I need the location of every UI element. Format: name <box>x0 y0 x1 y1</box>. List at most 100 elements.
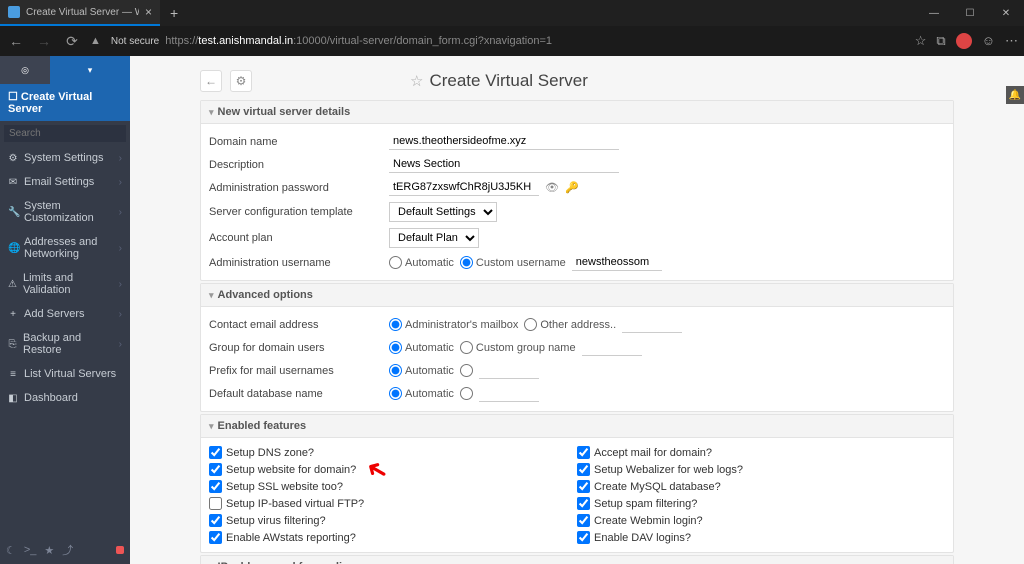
feature-checkbox[interactable]: Setup IP-based virtual FTP? <box>209 495 577 512</box>
description-input[interactable] <box>389 156 619 173</box>
sidebar-item-label: Backup and Restore <box>23 332 113 356</box>
generate-password-icon[interactable]: 🔑 <box>565 181 579 194</box>
account-plan-select[interactable]: Default Plan <box>389 228 479 248</box>
feature-checkbox[interactable]: Create MySQL database? <box>577 478 945 495</box>
prefix-custom-input[interactable] <box>479 362 539 379</box>
page-title: ☆ Create Virtual Server <box>410 71 588 91</box>
window-maximize-button[interactable]: ☐ <box>952 0 988 26</box>
browser-tab[interactable]: Create Virtual Server — Webmi... × <box>0 0 160 26</box>
sidebar-item-0[interactable]: ⚙System Settings› <box>0 146 130 170</box>
share-icon[interactable]: ⤴ <box>62 542 73 558</box>
sidebar-item-label: Limits and Validation <box>23 272 113 296</box>
sidebar-search-input[interactable] <box>4 125 126 142</box>
page-settings-button[interactable]: ⚙ <box>230 70 252 92</box>
contact-email-label: Contact email address <box>209 319 389 331</box>
url-scheme: https:// <box>165 35 198 47</box>
profile-avatar[interactable] <box>956 33 972 49</box>
chevron-right-icon: › <box>119 279 122 290</box>
webmin-tab[interactable]: ◎ Webmin <box>0 56 50 84</box>
feature-checkbox[interactable]: Setup spam filtering? <box>577 495 945 512</box>
page-back-button[interactable]: ← <box>200 70 222 92</box>
chevron-right-icon: › <box>119 309 122 320</box>
sidebar-bottom-toolbar: ☾ >_ ★ ⤴ <box>0 536 130 564</box>
sidebar-item-2[interactable]: 🔧System Customization› <box>0 194 130 230</box>
feature-checkbox[interactable]: Setup virus filtering? <box>209 512 577 529</box>
tab-title: Create Virtual Server — Webmi... <box>26 7 139 18</box>
section-advanced-options[interactable]: ▾Advanced options <box>201 284 953 307</box>
feature-checkbox[interactable]: Setup Webalizer for web logs? <box>577 461 945 478</box>
feature-checkbox[interactable]: Setup SSL website too? <box>209 478 577 495</box>
collections-icon[interactable]: ⧉ <box>936 33 945 49</box>
description-label: Description <box>209 159 389 171</box>
admin-password-label: Administration password <box>209 182 389 194</box>
star-icon[interactable]: ★ <box>44 544 54 557</box>
favorite-page-icon[interactable]: ☆ <box>410 72 423 90</box>
terminal-icon[interactable]: >_ <box>24 544 37 556</box>
feature-checkbox[interactable]: Create Webmin login? <box>577 512 945 529</box>
section-ip-forwarding[interactable]: ▾IP address and forwarding <box>201 556 953 564</box>
contact-admin-mailbox-radio[interactable]: Administrator's mailbox <box>389 318 518 331</box>
url-domain: test.anishmandal.in <box>198 35 293 47</box>
prefix-custom-radio[interactable] <box>460 364 473 377</box>
config-template-select[interactable]: Default Settings <box>389 202 497 222</box>
alert-indicator[interactable] <box>116 546 124 554</box>
group-custom-input[interactable] <box>582 339 642 356</box>
contact-other-input[interactable] <box>622 316 682 333</box>
sidebar-item-label: Dashboard <box>24 392 78 404</box>
group-automatic-radio[interactable]: Automatic <box>389 341 454 354</box>
tab-close-icon[interactable]: × <box>145 5 152 19</box>
moon-icon[interactable]: ☾ <box>6 544 16 557</box>
favorite-icon[interactable]: ☆ <box>915 33 927 49</box>
window-minimize-button[interactable]: — <box>916 0 952 26</box>
show-password-icon[interactable]: 👁 <box>545 181 559 194</box>
sidebar-header: ☐ Create Virtual Server <box>0 84 130 121</box>
prefix-automatic-radio[interactable]: Automatic <box>389 364 454 377</box>
menu-icon[interactable]: ⋯ <box>1005 33 1018 49</box>
not-secure-label: Not secure <box>111 36 159 47</box>
sidebar-icon: 🔧 <box>8 207 18 218</box>
feature-checkbox[interactable]: Enable AWstats reporting? <box>209 529 577 546</box>
username-custom-radio[interactable]: Custom username <box>460 256 566 269</box>
contact-other-radio[interactable]: Other address.. <box>524 318 616 331</box>
sidebar-item-6[interactable]: ⎘ Backup and Restore › <box>0 326 130 362</box>
feature-checkbox[interactable]: Accept mail for domain? <box>577 444 945 461</box>
section-enabled-features[interactable]: ▾Enabled features <box>201 415 953 438</box>
admin-username-input[interactable] <box>572 254 662 271</box>
address-bar[interactable]: ▲ Not secure https://test.anishmandal.in… <box>90 35 907 47</box>
chevron-right-icon: › <box>119 153 122 164</box>
forward-button[interactable]: → <box>34 33 54 49</box>
domain-name-input[interactable] <box>389 133 619 150</box>
sidebar-item-label: Addresses and Networking <box>24 236 113 260</box>
section-new-server-details[interactable]: ▾New virtual server details <box>201 101 953 124</box>
sidebar-item-label: System Customization <box>24 200 113 224</box>
face-icon[interactable]: ☺ <box>982 33 995 49</box>
username-automatic-radio[interactable]: Automatic <box>389 256 454 269</box>
notification-bell-icon[interactable]: 🔔 <box>1006 86 1024 104</box>
sidebar-item-8[interactable]: ◧Dashboard <box>0 386 130 410</box>
sidebar-item-5[interactable]: +Add Servers› <box>0 302 130 326</box>
sidebar-item-7[interactable]: ≡List Virtual Servers <box>0 362 130 386</box>
sidebar-icon: ⎘ <box>8 339 17 350</box>
feature-checkbox[interactable]: Enable DAV logins? <box>577 529 945 546</box>
default-db-label: Default database name <box>209 388 389 400</box>
admin-password-input[interactable] <box>389 179 539 196</box>
sidebar-item-label: List Virtual Servers <box>24 368 116 380</box>
db-custom-input[interactable] <box>479 385 539 402</box>
sidebar-item-4[interactable]: ⚠Limits and Validation› <box>0 266 130 302</box>
group-custom-radio[interactable]: Custom group name <box>460 341 576 354</box>
new-tab-button[interactable]: + <box>160 5 188 21</box>
feature-checkbox[interactable]: Setup website for domain? <box>209 461 577 478</box>
chevron-right-icon: › <box>119 339 122 350</box>
db-custom-radio[interactable] <box>460 387 473 400</box>
sidebar-item-3[interactable]: 🌐Addresses and Networking› <box>0 230 130 266</box>
sidebar-item-label: System Settings <box>24 152 103 164</box>
sidebar-icon: 🌐 <box>8 243 18 254</box>
db-automatic-radio[interactable]: Automatic <box>389 387 454 400</box>
virtualmin-tab[interactable]: ▾ Virtualmin <box>50 56 130 84</box>
feature-checkbox[interactable]: Setup DNS zone? <box>209 444 577 461</box>
refresh-button[interactable]: ⟳ <box>62 33 82 50</box>
back-button[interactable]: ← <box>6 33 26 49</box>
domain-name-label: Domain name <box>209 136 389 148</box>
sidebar-item-1[interactable]: ✉Email Settings› <box>0 170 130 194</box>
window-close-button[interactable]: ✕ <box>988 0 1024 26</box>
